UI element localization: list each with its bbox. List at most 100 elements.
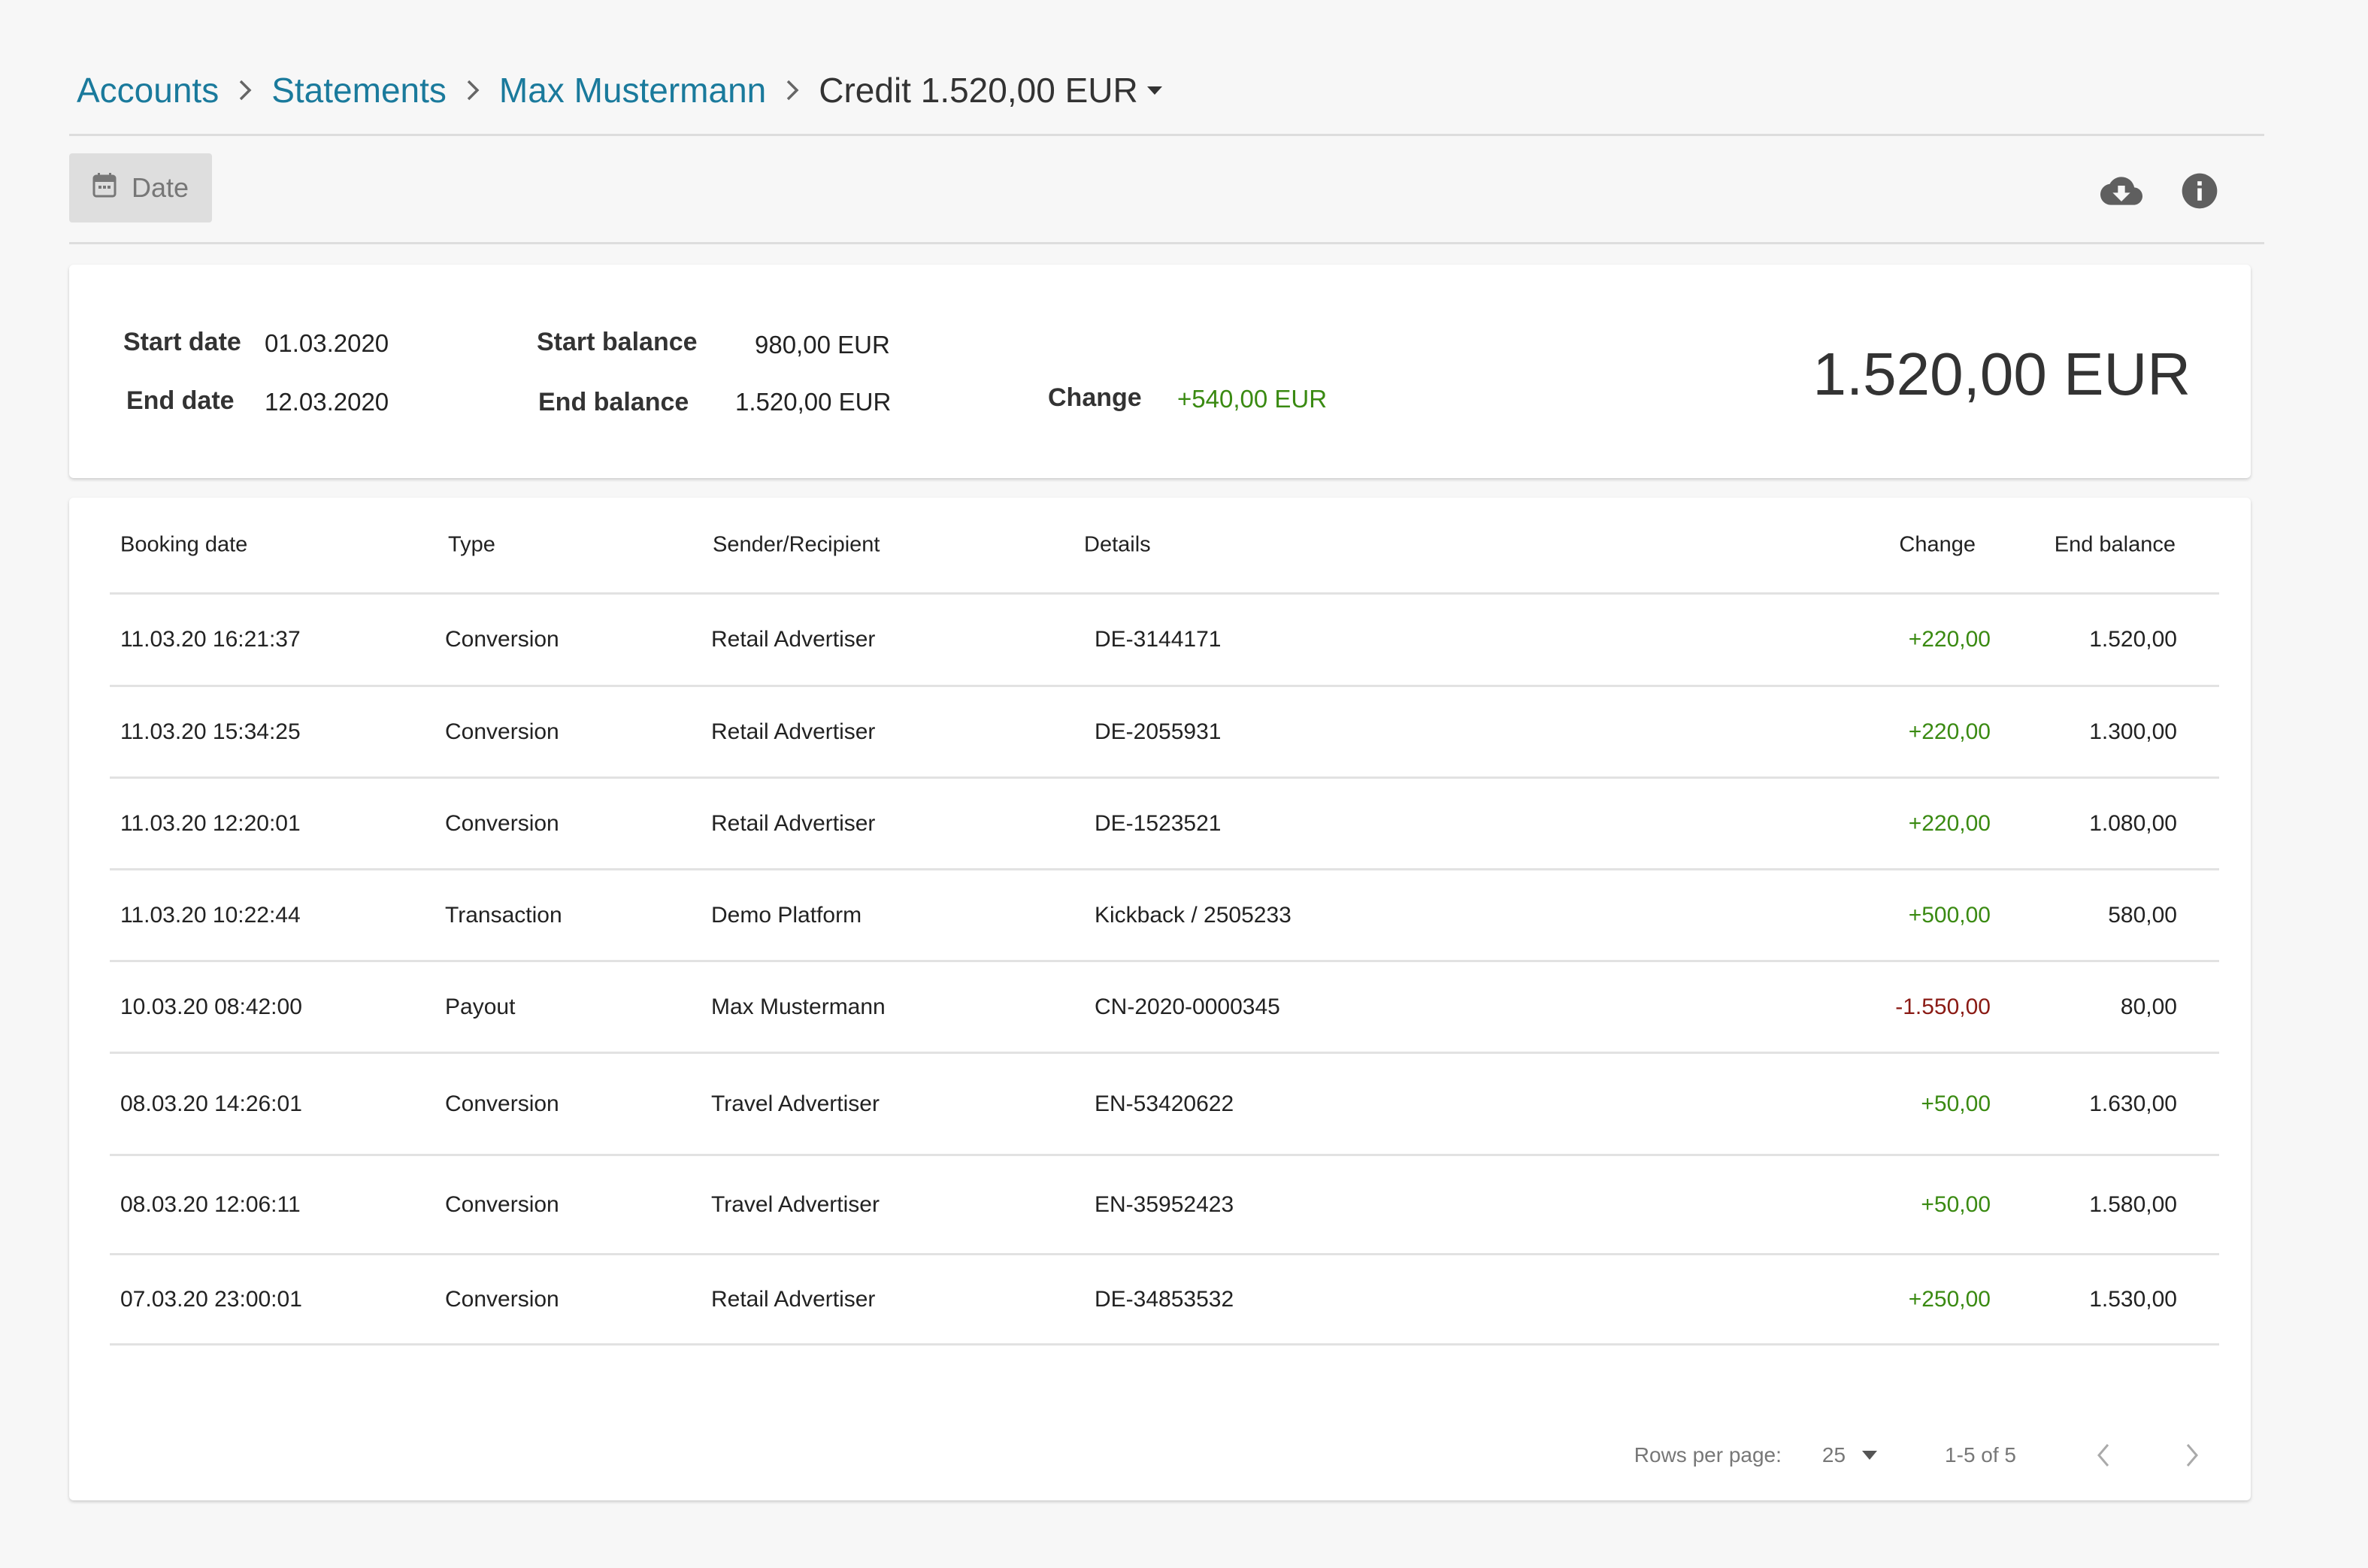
type-cell: Conversion	[445, 810, 559, 836]
breadcrumb-statements[interactable]: Statements	[271, 70, 447, 110]
table-row[interactable]: 08.03.20 14:26:01 Conversion Travel Advert…	[110, 1054, 2219, 1156]
next-page-button[interactable]	[2177, 1440, 2207, 1470]
table-row[interactable]: 08.03.20 12:06:11 Conversion Travel Advert…	[110, 1156, 2219, 1255]
details-cell: CN-2020-0000345	[1095, 994, 1280, 1019]
chevron-right-icon	[2186, 1444, 2198, 1467]
chevron-left-icon	[2097, 1444, 2109, 1467]
end-balance-cell: 1.080,00	[2089, 810, 2177, 836]
chevron-right-icon	[238, 79, 252, 101]
column-header-end-balance[interactable]: End balance	[2055, 533, 2176, 558]
breadcrumb-current-label: Credit 1.520,00 EUR	[819, 71, 1138, 110]
rows-per-page-select[interactable]: 25	[1821, 1443, 1878, 1467]
change-cell: -1.550,00	[1895, 994, 1991, 1019]
change-cell: +500,00	[1908, 902, 1991, 928]
divider	[69, 134, 2264, 136]
rows-per-page-label: Rows per page:	[1634, 1443, 1782, 1467]
booking-date-cell: 08.03.20 14:26:01	[120, 1091, 302, 1116]
column-header-details[interactable]: Details	[1084, 533, 1151, 558]
calendar-icon	[92, 172, 117, 204]
current-balance-amount: 1.520,00 EUR	[1812, 341, 2191, 407]
date-filter-button[interactable]: Date	[69, 153, 212, 222]
end-balance-cell: 580,00	[2108, 902, 2177, 928]
statement-summary-card: Start date 01.03.2020 End date 12.03.202…	[69, 265, 2251, 478]
booking-date-cell: 11.03.20 16:21:37	[120, 627, 301, 652]
dropdown-arrow-icon	[1862, 1451, 1878, 1460]
column-header-change[interactable]: Change	[1899, 533, 1976, 558]
change-cell: +220,00	[1908, 719, 1991, 744]
end-balance-cell: 80,00	[2120, 994, 2177, 1019]
start-date-value: 01.03.2020	[265, 329, 389, 357]
breadcrumb-current-dropdown[interactable]: Credit 1.520,00 EUR	[819, 70, 1162, 110]
details-cell: EN-35952423	[1095, 1191, 1234, 1217]
booking-date-cell: 11.03.20 12:20:01	[120, 810, 301, 836]
details-cell: EN-53420622	[1095, 1091, 1234, 1116]
cloud-download-icon[interactable]	[2100, 170, 2142, 212]
sender-recipient-cell: Travel Advertiser	[711, 1191, 880, 1217]
booking-date-cell: 11.03.20 15:34:25	[120, 719, 301, 744]
column-header-sender-recipient[interactable]: Sender/Recipient	[713, 533, 880, 558]
chevron-right-icon	[466, 79, 480, 101]
details-cell: DE-2055931	[1095, 719, 1222, 744]
type-cell: Transaction	[445, 902, 562, 928]
booking-date-cell: 07.03.20 23:00:01	[120, 1286, 302, 1312]
sender-recipient-cell: Max Mustermann	[711, 994, 886, 1019]
details-cell: DE-1523521	[1095, 810, 1222, 836]
details-cell: DE-34853532	[1095, 1286, 1234, 1312]
table-row[interactable]: 07.03.20 23:00:01 Conversion Retail Advert…	[110, 1255, 2219, 1346]
date-filter-label: Date	[131, 172, 189, 203]
caret-down-icon	[1146, 86, 1162, 95]
change-label: Change	[1048, 383, 1142, 412]
breadcrumb: Accounts Statements Max Mustermann Credi…	[77, 66, 1162, 114]
table-row[interactable]: 10.03.20 08:42:00 Payout Max Mustermann CN-…	[110, 962, 2219, 1054]
pagination-range: 1-5 of 5	[1945, 1443, 2016, 1467]
start-balance-label: Start balance	[537, 328, 698, 356]
sender-recipient-cell: Retail Advertiser	[711, 1286, 876, 1312]
end-balance-value: 1.520,00 EUR	[735, 388, 892, 416]
end-balance-cell: 1.520,00	[2089, 627, 2177, 652]
type-cell: Conversion	[445, 1191, 559, 1217]
table-row[interactable]: 11.03.20 15:34:25 Conversion Retail Advert…	[110, 687, 2219, 779]
column-header-type[interactable]: Type	[448, 533, 495, 558]
breadcrumb-accounts[interactable]: Accounts	[77, 70, 219, 110]
info-icon[interactable]	[2179, 170, 2221, 212]
booking-date-cell: 11.03.20 10:22:44	[120, 902, 301, 928]
table-row[interactable]: 11.03.20 10:22:44 Transaction Demo Platfor…	[110, 870, 2219, 962]
type-cell: Conversion	[445, 719, 559, 744]
details-cell: DE-3144171	[1095, 627, 1222, 652]
end-balance-cell: 1.530,00	[2089, 1286, 2177, 1312]
change-cell: +50,00	[1921, 1191, 1991, 1217]
chevron-right-icon	[786, 79, 799, 101]
end-balance-cell: 1.630,00	[2089, 1091, 2177, 1116]
sender-recipient-cell: Retail Advertiser	[711, 810, 876, 836]
divider	[69, 242, 2264, 244]
table-header-row: Booking date Type Sender/Recipient Detai…	[110, 498, 2219, 595]
column-header-booking-date[interactable]: Booking date	[120, 533, 247, 558]
previous-page-button[interactable]	[2088, 1440, 2118, 1470]
booking-date-cell: 08.03.20 12:06:11	[120, 1191, 301, 1217]
sender-recipient-cell: Travel Advertiser	[711, 1091, 880, 1116]
end-balance-label: End balance	[538, 388, 689, 416]
sender-recipient-cell: Demo Platform	[711, 902, 862, 928]
breadcrumb-account-holder[interactable]: Max Mustermann	[499, 70, 766, 110]
start-balance-value: 980,00 EUR	[755, 331, 890, 359]
sender-recipient-cell: Retail Advertiser	[711, 719, 876, 744]
type-cell: Payout	[445, 994, 516, 1019]
change-cell: +250,00	[1908, 1286, 1991, 1312]
end-balance-cell: 1.580,00	[2089, 1191, 2177, 1217]
start-date-label: Start date	[123, 328, 241, 356]
end-date-label: End date	[126, 386, 235, 415]
change-cell: +50,00	[1921, 1091, 1991, 1116]
type-cell: Conversion	[445, 1091, 559, 1116]
table-row[interactable]: 11.03.20 16:21:37 Conversion Retail Advert…	[110, 595, 2219, 687]
details-cell: Kickback / 2505233	[1095, 902, 1291, 928]
change-cell: +220,00	[1908, 810, 1991, 836]
type-cell: Conversion	[445, 627, 559, 652]
rows-per-page-value: 25	[1821, 1443, 1846, 1467]
table-row[interactable]: 11.03.20 12:20:01 Conversion Retail Advert…	[110, 779, 2219, 870]
transactions-table: Booking date Type Sender/Recipient Detai…	[69, 498, 2251, 1500]
type-cell: Conversion	[445, 1286, 559, 1312]
sender-recipient-cell: Retail Advertiser	[711, 627, 876, 652]
change-value: +540,00 EUR	[1177, 385, 1328, 413]
end-date-value: 12.03.2020	[265, 388, 389, 416]
change-cell: +220,00	[1908, 627, 1991, 652]
